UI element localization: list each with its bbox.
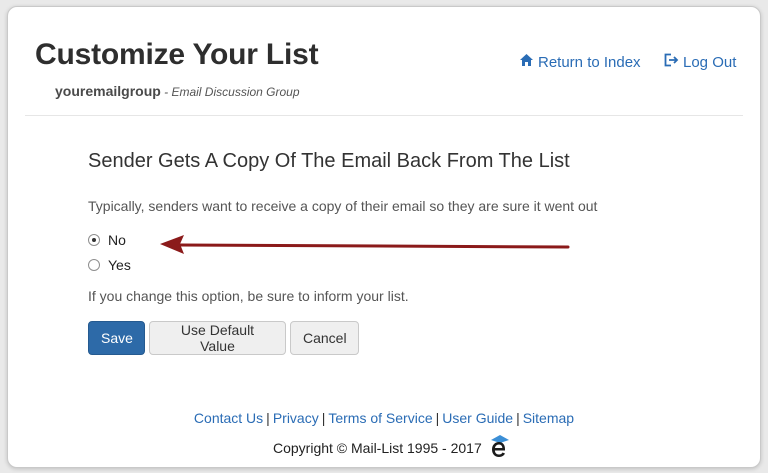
copyright: Copyright © Mail-List 1995 - 2017 (273, 434, 510, 461)
option-no-label: No (108, 232, 126, 248)
subtitle-separator: - (160, 85, 172, 99)
logout-icon (663, 53, 679, 71)
footer-links: Contact Us | Privacy | Terms of Service | User… (8, 410, 760, 426)
radio-no[interactable] (88, 234, 100, 246)
footer-link-user-guide[interactable]: User Guide (442, 410, 513, 426)
return-to-index-label: Return to Index (538, 53, 641, 71)
copyright-text: Copyright © Mail-List 1995 - 2017 (273, 439, 482, 456)
footer-separator: | (321, 410, 326, 426)
footer-separator: | (435, 410, 440, 426)
setting-title: Sender Gets A Copy Of The Email Back Fro… (88, 150, 570, 172)
footer-link-contact-us[interactable]: Contact Us (194, 410, 263, 426)
return-to-index-link[interactable]: Return to Index (519, 53, 641, 71)
option-yes-label: Yes (108, 257, 131, 273)
group-name: youremailgroup (55, 83, 161, 99)
footer-link-terms-of-service[interactable]: Terms of Service (328, 410, 432, 426)
page-title: Customize Your List (35, 38, 319, 71)
option-no[interactable]: No (88, 232, 126, 248)
footer-separator: | (516, 410, 520, 426)
setting-note: If you change this option, be sure to in… (88, 288, 409, 304)
footer-link-sitemap[interactable]: Sitemap (523, 410, 574, 426)
log-out-link[interactable]: Log Out (663, 53, 736, 71)
log-out-label: Log Out (683, 53, 737, 71)
cancel-button[interactable]: Cancel (290, 321, 359, 355)
app-window: Customize Your List youremailgroup - Ema… (7, 6, 761, 468)
footer-separator: | (266, 410, 270, 426)
header-divider (25, 115, 743, 116)
radio-yes[interactable] (88, 259, 100, 271)
list-subtitle: youremailgroup - Email Discussion Group (55, 83, 300, 99)
use-default-value-button[interactable]: Use Default Value (149, 321, 286, 355)
option-yes[interactable]: Yes (88, 257, 131, 273)
save-button[interactable]: Save (88, 321, 145, 355)
mail-list-logo-icon (488, 434, 510, 461)
home-icon (519, 53, 534, 71)
setting-help-text: Typically, senders want to receive a cop… (88, 198, 598, 214)
annotation-arrow (160, 235, 570, 254)
footer-link-privacy[interactable]: Privacy (273, 410, 319, 426)
group-description: Email Discussion Group (171, 85, 300, 99)
